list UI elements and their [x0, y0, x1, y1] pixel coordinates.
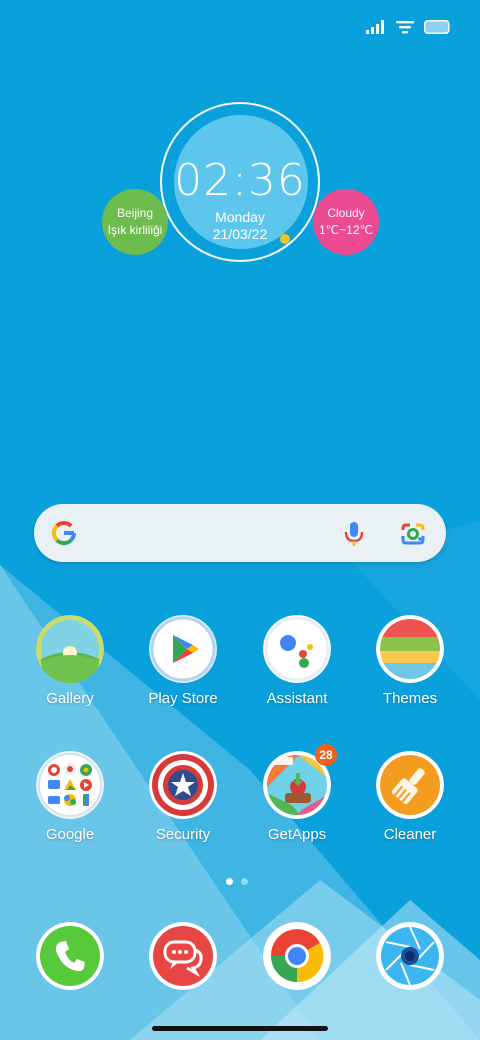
camera-icon [376, 922, 444, 990]
app-label: Play Store [148, 690, 218, 707]
weather-condition: Cloudy [327, 206, 365, 220]
google-lens-icon[interactable] [399, 520, 427, 548]
themes-icon [376, 615, 444, 683]
battery-icon [424, 20, 450, 34]
app-label: Security [155, 826, 211, 843]
gesture-navigation-bar[interactable] [152, 1026, 328, 1031]
app-label: Assistant [266, 690, 328, 707]
page-indicator [226, 878, 248, 885]
city-name: Beijing [116, 206, 154, 220]
gallery-icon [36, 615, 104, 683]
app-label: Cleaner [383, 826, 437, 843]
notification-badge: 28 [315, 744, 337, 766]
app-label: Google [45, 826, 95, 843]
microphone-icon[interactable] [343, 520, 365, 548]
cellular-signal-icon [366, 20, 384, 34]
play-store-icon [149, 615, 217, 683]
city-bubble[interactable]: Beijing Işık kirliliği [102, 189, 168, 255]
app-label: Gallery [46, 690, 94, 707]
google-folder-icon [36, 751, 104, 819]
cleaner-icon [376, 751, 444, 819]
assistant-icon [263, 615, 331, 683]
phone-icon [36, 922, 104, 990]
app-label: Themes [382, 690, 438, 707]
status-bar [366, 18, 450, 36]
clock-date: 21/03/22 [212, 226, 268, 242]
weather-temp-range: 1℃~12℃ [319, 223, 373, 237]
page-dot-active [226, 878, 233, 885]
chrome-icon [263, 922, 331, 990]
app-label: GetApps [267, 826, 327, 843]
weather-sun-dot [280, 234, 290, 244]
clock-time: 02:36 [174, 155, 306, 206]
security-icon [149, 751, 217, 819]
google-g-icon [51, 520, 77, 546]
page-dot [241, 878, 248, 885]
messaging-icon [149, 922, 217, 990]
clock-day: Monday [215, 209, 265, 225]
weather-bubble[interactable]: Cloudy 1℃~12℃ [313, 189, 379, 255]
wifi-icon [396, 21, 414, 34]
city-subtitle: Işık kirliliği [107, 223, 163, 237]
google-search-bar[interactable] [34, 504, 446, 562]
